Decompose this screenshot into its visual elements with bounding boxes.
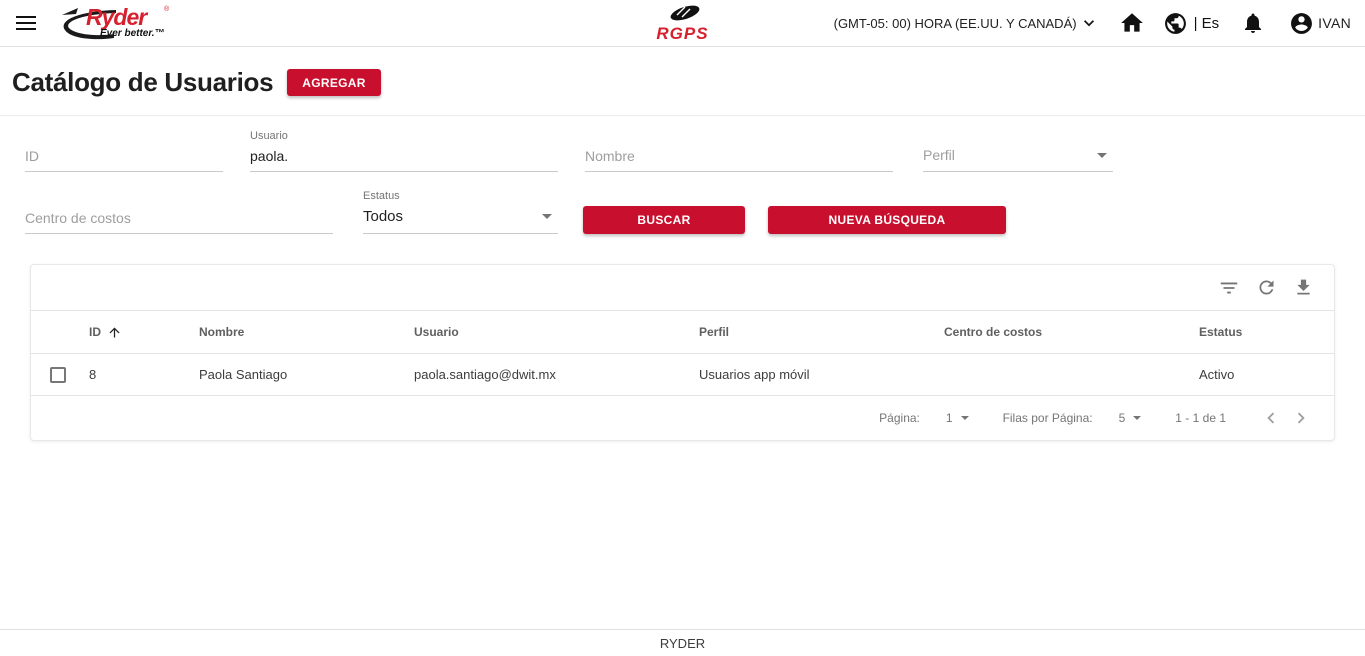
user-avatar-icon [1291, 12, 1313, 34]
previous-page-icon[interactable] [1260, 407, 1282, 429]
app-footer: RYDER [0, 629, 1365, 656]
ryder-logo-text: Ryder [86, 4, 147, 30]
column-header-perfil[interactable]: Perfil [699, 325, 944, 339]
column-header-centro-costos[interactable]: Centro de costos [944, 325, 1199, 339]
rgps-logo[interactable]: RGPS [648, 4, 718, 43]
buscar-button[interactable]: BUSCAR [583, 206, 745, 234]
table-row[interactable]: 8 Paola Santiago paola.santiago@dwit.mx … [31, 354, 1334, 396]
nombre-input[interactable] [585, 144, 893, 172]
filters-section: Usuario Perfil Estatus Todos BUSCAR NUEV… [0, 116, 1365, 234]
rgps-satellite-icon [670, 5, 699, 21]
page-number-select[interactable]: 1 [946, 411, 973, 425]
sort-ascending-icon[interactable] [107, 325, 122, 340]
timezone-select[interactable]: (GMT-05: 00) HORA (EE.UU. Y CANADÁ) [834, 13, 1099, 33]
column-header-usuario[interactable]: Usuario [414, 325, 699, 339]
footer-text: RYDER [659, 635, 706, 651]
perfil-select-placeholder: Perfil [923, 147, 955, 163]
page-title-row: Catálogo de Usuarios AGREGAR [0, 47, 1365, 98]
column-header-estatus[interactable]: Estatus [1199, 325, 1334, 339]
menu-hamburger-icon[interactable] [16, 12, 36, 34]
caret-down-icon [542, 214, 552, 219]
download-icon[interactable] [1293, 277, 1314, 298]
cell-usuario: paola.santiago@dwit.mx [414, 367, 556, 382]
table-toolbar [31, 265, 1334, 310]
ryder-logo[interactable]: Ryder ® Ever better.™ [60, 3, 182, 43]
id-input[interactable] [25, 144, 223, 172]
caret-down-icon [960, 416, 969, 420]
username-label: IVAN [1318, 15, 1351, 31]
pagination-range: 1 - 1 de 1 [1175, 411, 1226, 425]
perfil-select[interactable]: Perfil [923, 143, 1113, 172]
cell-perfil: Usuarios app móvil [699, 367, 810, 382]
estatus-select[interactable]: Todos [363, 204, 558, 234]
estatus-field-label: Estatus [363, 190, 400, 202]
cell-id: 8 [89, 367, 97, 382]
id-field [25, 144, 223, 172]
caret-down-icon [1133, 416, 1142, 420]
filter-list-icon[interactable] [1218, 277, 1240, 299]
chevron-down-icon [1083, 20, 1094, 27]
app-header: Ryder ® Ever better.™ RGPS (GMT-05: 00) … [0, 0, 1365, 47]
rgps-logo-text: RGPS [656, 24, 709, 43]
timezone-label: (GMT-05: 00) HORA (EE.UU. Y CANADÁ) [833, 15, 1077, 31]
usuario-field-label: Usuario [250, 130, 288, 142]
column-header-id-label: ID [89, 325, 101, 339]
rows-per-page-value: 5 [1118, 411, 1126, 425]
language-label[interactable]: | Es [1194, 15, 1220, 32]
header-right-group: (GMT-05: 00) HORA (EE.UU. Y CANADÁ) | Es… [834, 10, 1351, 36]
row-checkbox[interactable] [50, 366, 66, 383]
usuario-input[interactable] [250, 144, 558, 172]
refresh-icon[interactable] [1256, 277, 1277, 298]
rows-per-page-select[interactable]: 5 [1119, 411, 1146, 425]
centro-costos-field [25, 206, 333, 234]
nueva-busqueda-button[interactable]: NUEVA BÚSQUEDA [768, 206, 1006, 234]
cell-estatus: Activo [1199, 367, 1235, 382]
perfil-field: Perfil [923, 143, 1113, 172]
estatus-field: Estatus Todos [363, 190, 558, 234]
table-pagination: Página: 1 Filas por Página: 5 1 - 1 de 1 [31, 396, 1334, 440]
estatus-select-value: Todos [363, 208, 404, 225]
table-header-row: ID Nombre Usuario Perfil Centro de costo… [31, 310, 1334, 354]
notifications-bell-icon[interactable] [1241, 11, 1265, 35]
ryder-tagline: Ever better.™ [100, 28, 165, 39]
column-header-nombre[interactable]: Nombre [199, 325, 414, 339]
page-title: Catálogo de Usuarios [12, 67, 274, 97]
user-menu[interactable]: IVAN [1289, 11, 1351, 36]
caret-down-icon [1097, 152, 1107, 158]
ryder-reg-mark: ® [164, 6, 170, 13]
column-header-id[interactable]: ID [89, 325, 199, 340]
language-globe-icon[interactable] [1163, 11, 1188, 36]
page-number-value: 1 [945, 411, 953, 425]
centro-costos-input[interactable] [25, 206, 333, 234]
add-button[interactable]: AGREGAR [287, 69, 381, 96]
next-page-icon[interactable] [1290, 407, 1312, 429]
rows-per-page-label: Filas por Página: [1002, 411, 1093, 425]
usuario-field: Usuario [250, 130, 558, 172]
nombre-field [585, 144, 893, 172]
users-table-card: ID Nombre Usuario Perfil Centro de costo… [30, 264, 1335, 441]
home-icon[interactable] [1119, 10, 1145, 36]
page-label: Página: [879, 411, 920, 425]
cell-nombre: Paola Santiago [199, 367, 288, 382]
